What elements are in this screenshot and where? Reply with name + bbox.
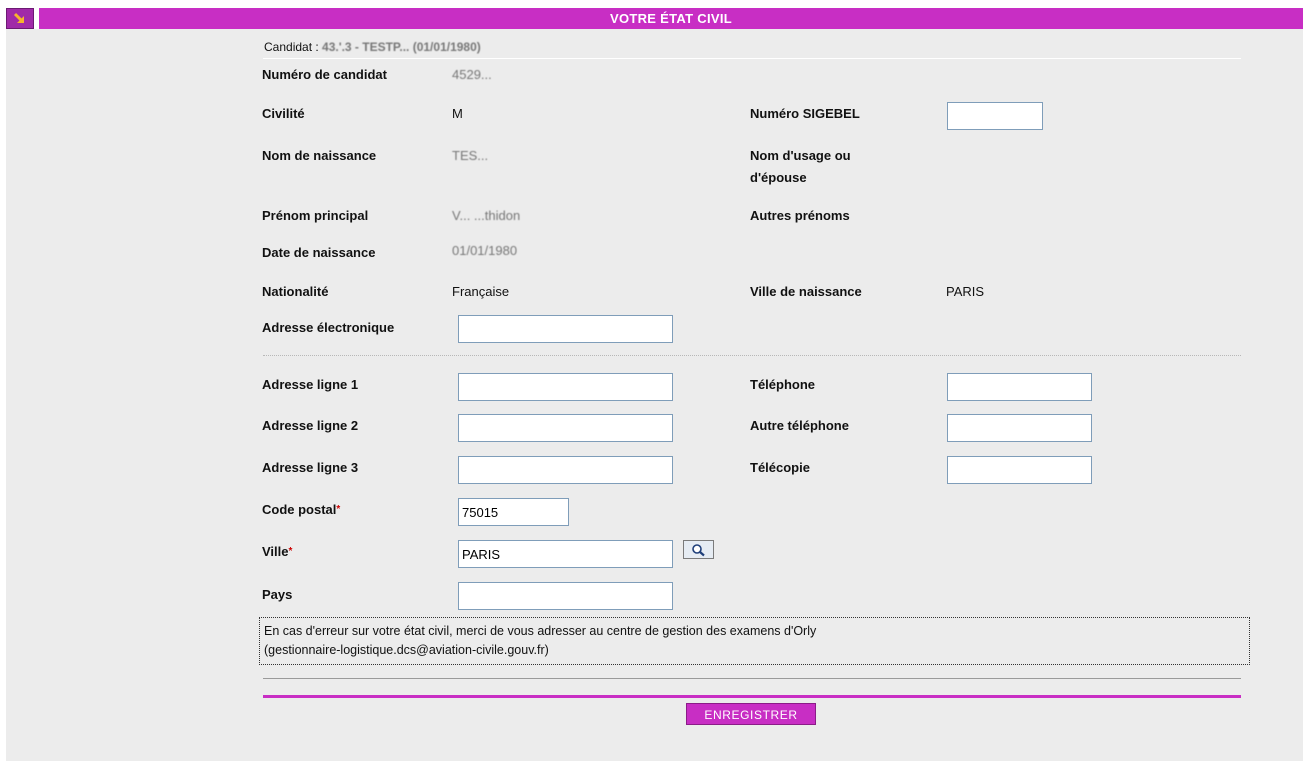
date-naissance-value: 01/01/1980 (452, 243, 518, 258)
adresse3-label: Adresse ligne 3 (262, 460, 359, 475)
adresse1-input[interactable] (458, 373, 673, 401)
footer-divider (263, 678, 1241, 679)
collapse-arrow-button[interactable] (6, 8, 34, 29)
nom-naissance-label: Nom de naissance (262, 148, 377, 163)
etat-civil-form: Candidat : 43.'.3 - TESTP... (01/01/1980… (6, 29, 1303, 761)
date-naissance-label: Date de naissance (262, 245, 376, 260)
ville-naissance-value: PARIS (946, 284, 985, 299)
code-postal-label-text: Code postal (262, 502, 337, 517)
info-message: En cas d'erreur sur votre état civil, me… (259, 617, 1250, 665)
candidate-prefix: Candidat : (264, 40, 319, 54)
required-mark: * (336, 504, 341, 515)
arrow-down-right-icon (13, 12, 25, 23)
info-line-2: (gestionnaire-logistique.dcs@aviation-ci… (264, 643, 549, 657)
telecopie-label: Télécopie (750, 460, 810, 475)
autre-telephone-label: Autre téléphone (750, 418, 849, 433)
required-mark: * (288, 546, 293, 557)
adresse3-input[interactable] (458, 456, 673, 484)
code-postal-input[interactable] (458, 498, 569, 526)
nationalite-value: Française (452, 284, 510, 299)
section-divider (263, 355, 1241, 356)
ville-input[interactable] (458, 540, 673, 568)
ville-search-button[interactable] (683, 540, 714, 559)
candidate-value: 43.'.3 - TESTP... (01/01/1980) (322, 40, 481, 54)
adresse-electronique-label: Adresse électronique (262, 320, 395, 335)
prenom-principal-value: V... ...thidon (452, 208, 521, 223)
ville-label: Ville* (262, 541, 292, 563)
numero-candidat-value: 4529... (452, 67, 492, 82)
footer-accent-rule (263, 695, 1241, 698)
code-postal-label: Code postal* (262, 499, 340, 521)
ville-naissance-label: Ville de naissance (750, 284, 862, 299)
info-line-1: En cas d'erreur sur votre état civil, me… (264, 624, 817, 638)
magnifier-icon (691, 543, 705, 556)
adresse2-input[interactable] (458, 414, 673, 442)
pays-input[interactable] (458, 582, 673, 610)
autre-telephone-input[interactable] (947, 414, 1092, 442)
telecopie-input[interactable] (947, 456, 1092, 484)
pays-label: Pays (262, 587, 293, 602)
numero-sigebel-label: Numéro SIGEBEL (750, 106, 860, 121)
ville-label-text: Ville (262, 544, 289, 559)
candidate-line: Candidat : 43.'.3 - TESTP... (01/01/1980… (264, 40, 481, 54)
nom-usage-label: Nom d'usage ou d'épouse (750, 148, 851, 185)
nom-naissance-value: TES... (452, 148, 489, 163)
adresse-electronique-input[interactable] (458, 315, 673, 343)
telephone-input[interactable] (947, 373, 1092, 401)
adresse1-label: Adresse ligne 1 (262, 377, 359, 392)
adresse2-label: Adresse ligne 2 (262, 418, 359, 433)
civilite-label: Civilité (262, 106, 305, 121)
numero-sigebel-input[interactable] (947, 102, 1043, 130)
prenom-principal-label: Prénom principal (262, 208, 369, 223)
candidate-divider (263, 58, 1241, 59)
numero-candidat-label: Numéro de candidat (262, 67, 387, 82)
civilite-value: M (452, 106, 463, 121)
autres-prenoms-label: Autres prénoms (750, 208, 850, 223)
nationalite-label: Nationalité (262, 284, 329, 299)
save-button[interactable]: ENREGISTRER (686, 703, 816, 725)
page-title: VOTRE ÉTAT CIVIL (39, 8, 1303, 29)
telephone-label: Téléphone (750, 377, 816, 392)
